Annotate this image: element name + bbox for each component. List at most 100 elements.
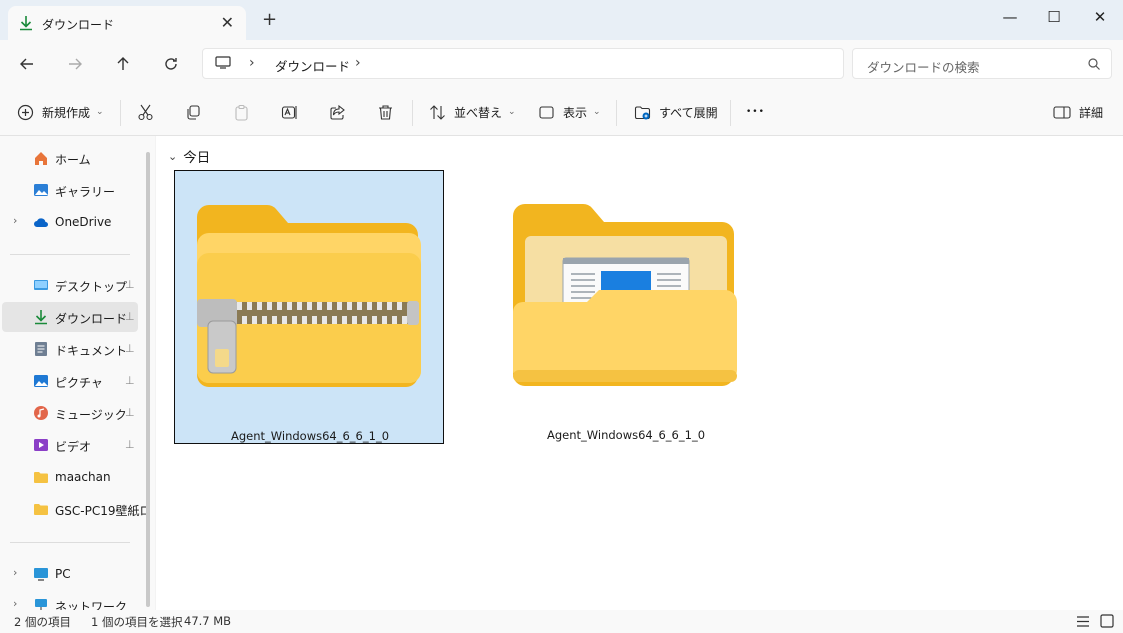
toolbar-divider [120, 100, 121, 126]
close-window-button[interactable]: ✕ [1090, 8, 1110, 26]
zip-folder-icon [197, 204, 421, 387]
sidebar-item-music[interactable]: ミュージック ⊥ [2, 398, 138, 428]
forward-button[interactable] [63, 52, 87, 76]
sidebar-item-label: GSC-PC19壁紙ロ [55, 504, 152, 518]
sort-button[interactable]: 並べ替え ⌄ [429, 101, 516, 123]
view-icon [539, 105, 554, 119]
sidebar-item-label: maachan [55, 470, 111, 484]
breadcrumb-separator[interactable]: › [249, 55, 255, 71]
network-icon [35, 599, 47, 610]
sidebar-item-network[interactable]: › ネットワーク [2, 590, 138, 610]
maximize-button[interactable]: ☐ [1044, 8, 1064, 26]
expand-all-label: すべて展開 [659, 105, 718, 120]
file-name[interactable]: Agent_Windows64_6_6_1_0 [491, 428, 761, 442]
selection-size: 47.7 MB [184, 614, 232, 628]
folder-expand-icon [634, 105, 651, 119]
toolbar-divider [616, 100, 617, 126]
chevron-right-icon[interactable]: › [13, 597, 17, 610]
refresh-icon [165, 58, 177, 70]
group-label: 今日 [183, 150, 211, 166]
sidebar-item-pc[interactable]: › PC [2, 559, 138, 589]
file-item-folder[interactable]: Agent_Windows64_6_6_1_0 [491, 170, 761, 444]
sidebar-item-label: ネットワーク [55, 600, 128, 610]
trash-icon [379, 104, 392, 120]
search-box[interactable]: ダウンロードの検索 [852, 48, 1112, 79]
selection-count: 1 個の項目を選択 [91, 615, 183, 629]
chevron-right-icon[interactable]: › [13, 566, 17, 579]
file-name[interactable]: Agent_Windows64_6_6_1_0 [175, 429, 445, 443]
sidebar-item-downloads[interactable]: ダウンロード ⊥ [2, 302, 138, 332]
new-label: 新規作成 [42, 105, 91, 120]
large-icons-view-icon[interactable] [1100, 614, 1114, 628]
tab-close-button[interactable]: ✕ [221, 13, 234, 32]
sidebar-item-label: ホーム [55, 153, 91, 167]
sidebar-item-gallery[interactable]: ギャラリー [2, 175, 138, 205]
chevron-right-icon[interactable]: › [13, 214, 17, 227]
sidebar-item-maachan[interactable]: maachan [2, 462, 138, 492]
details-view-icon[interactable] [1076, 615, 1090, 628]
sidebar-item-desktop[interactable]: デスクトップ ⊥ [2, 270, 138, 300]
arrow-left-icon [20, 58, 33, 70]
folder-icon [34, 504, 48, 515]
video-icon [34, 439, 48, 451]
expand-all-button[interactable]: すべて展開 [634, 101, 718, 123]
group-header-today[interactable]: ⌄ 今日 [168, 146, 211, 167]
share-button[interactable] [329, 101, 346, 123]
sidebar-item-wallpaper-folder[interactable]: GSC-PC19壁紙ロ [2, 494, 152, 524]
item-count: 2 個の項目 [14, 615, 71, 629]
clipboard-icon [235, 104, 248, 121]
pin-icon: ⊥ [125, 342, 135, 355]
music-icon [34, 406, 48, 420]
toolbar-divider [730, 100, 731, 126]
search-input[interactable]: ダウンロードの検索 [867, 57, 980, 76]
new-button[interactable]: 新規作成 ⌄ [17, 101, 104, 123]
sidebar-item-videos[interactable]: ビデオ ⊥ [2, 430, 138, 460]
file-item-zip[interactable]: Agent_Windows64_6_6_1_0 [174, 170, 444, 444]
pin-icon: ⊥ [125, 374, 135, 387]
more-options-button[interactable]: ••• [746, 101, 765, 123]
toolbar-divider [412, 100, 413, 126]
pin-icon: ⊥ [125, 310, 135, 323]
delete-button[interactable] [377, 101, 394, 123]
gallery-icon [34, 184, 48, 196]
up-button[interactable] [111, 52, 135, 76]
sort-icon [430, 104, 445, 120]
sidebar-item-documents[interactable]: ドキュメント ⊥ [2, 334, 138, 364]
file-view: ⌄ 今日 Agent_Windows64_6_6_1_0 Agent_Windo… [156, 136, 1123, 610]
sidebar-item-label: ダウンロード [55, 312, 128, 326]
details-pane-icon [1053, 105, 1071, 119]
sidebar-item-onedrive[interactable]: › OneDrive [2, 207, 138, 237]
sidebar-divider [10, 254, 130, 255]
arrow-up-icon [117, 57, 129, 70]
search-icon [1088, 58, 1100, 70]
tab-downloads[interactable]: ダウンロード ✕ [8, 6, 246, 40]
paste-button[interactable] [233, 101, 250, 123]
arrow-right-icon [69, 58, 82, 70]
copy-button[interactable] [185, 101, 202, 123]
plus-circle-icon [17, 104, 34, 120]
view-button[interactable]: 表示 ⌄ [538, 101, 601, 123]
sidebar-item-pictures[interactable]: ピクチャ ⊥ [2, 366, 138, 396]
breadcrumb-separator[interactable]: › [355, 55, 361, 71]
command-bar: 新規作成 ⌄ 並べ替え ⌄ 表示 ⌄ すべて展開 ••• 詳細 [0, 88, 1123, 136]
chevron-down-icon: ⌄ [508, 107, 516, 117]
back-button[interactable] [15, 52, 39, 76]
new-tab-button[interactable]: + [262, 11, 277, 29]
breadcrumb-downloads[interactable]: ダウンロード [275, 56, 350, 75]
sidebar-scrollbar[interactable] [146, 152, 150, 607]
view-label: 表示 [563, 105, 588, 120]
details-label: 詳細 [1079, 105, 1104, 120]
cloud-icon [34, 218, 48, 227]
address-bar[interactable]: › ダウンロード › [202, 48, 844, 79]
sidebar-item-label: ギャラリー [55, 185, 116, 199]
sidebar-item-home[interactable]: ホーム [2, 143, 138, 173]
cut-button[interactable] [137, 101, 154, 123]
rename-button[interactable] [281, 101, 298, 123]
download-icon [20, 16, 32, 31]
sidebar-item-label: ビデオ [55, 440, 92, 454]
sidebar-item-label: PC [55, 567, 71, 581]
minimize-button[interactable]: — [1000, 8, 1020, 26]
picture-icon [34, 375, 48, 387]
details-pane-button[interactable]: 詳細 [1053, 101, 1103, 123]
refresh-button[interactable] [159, 52, 183, 76]
